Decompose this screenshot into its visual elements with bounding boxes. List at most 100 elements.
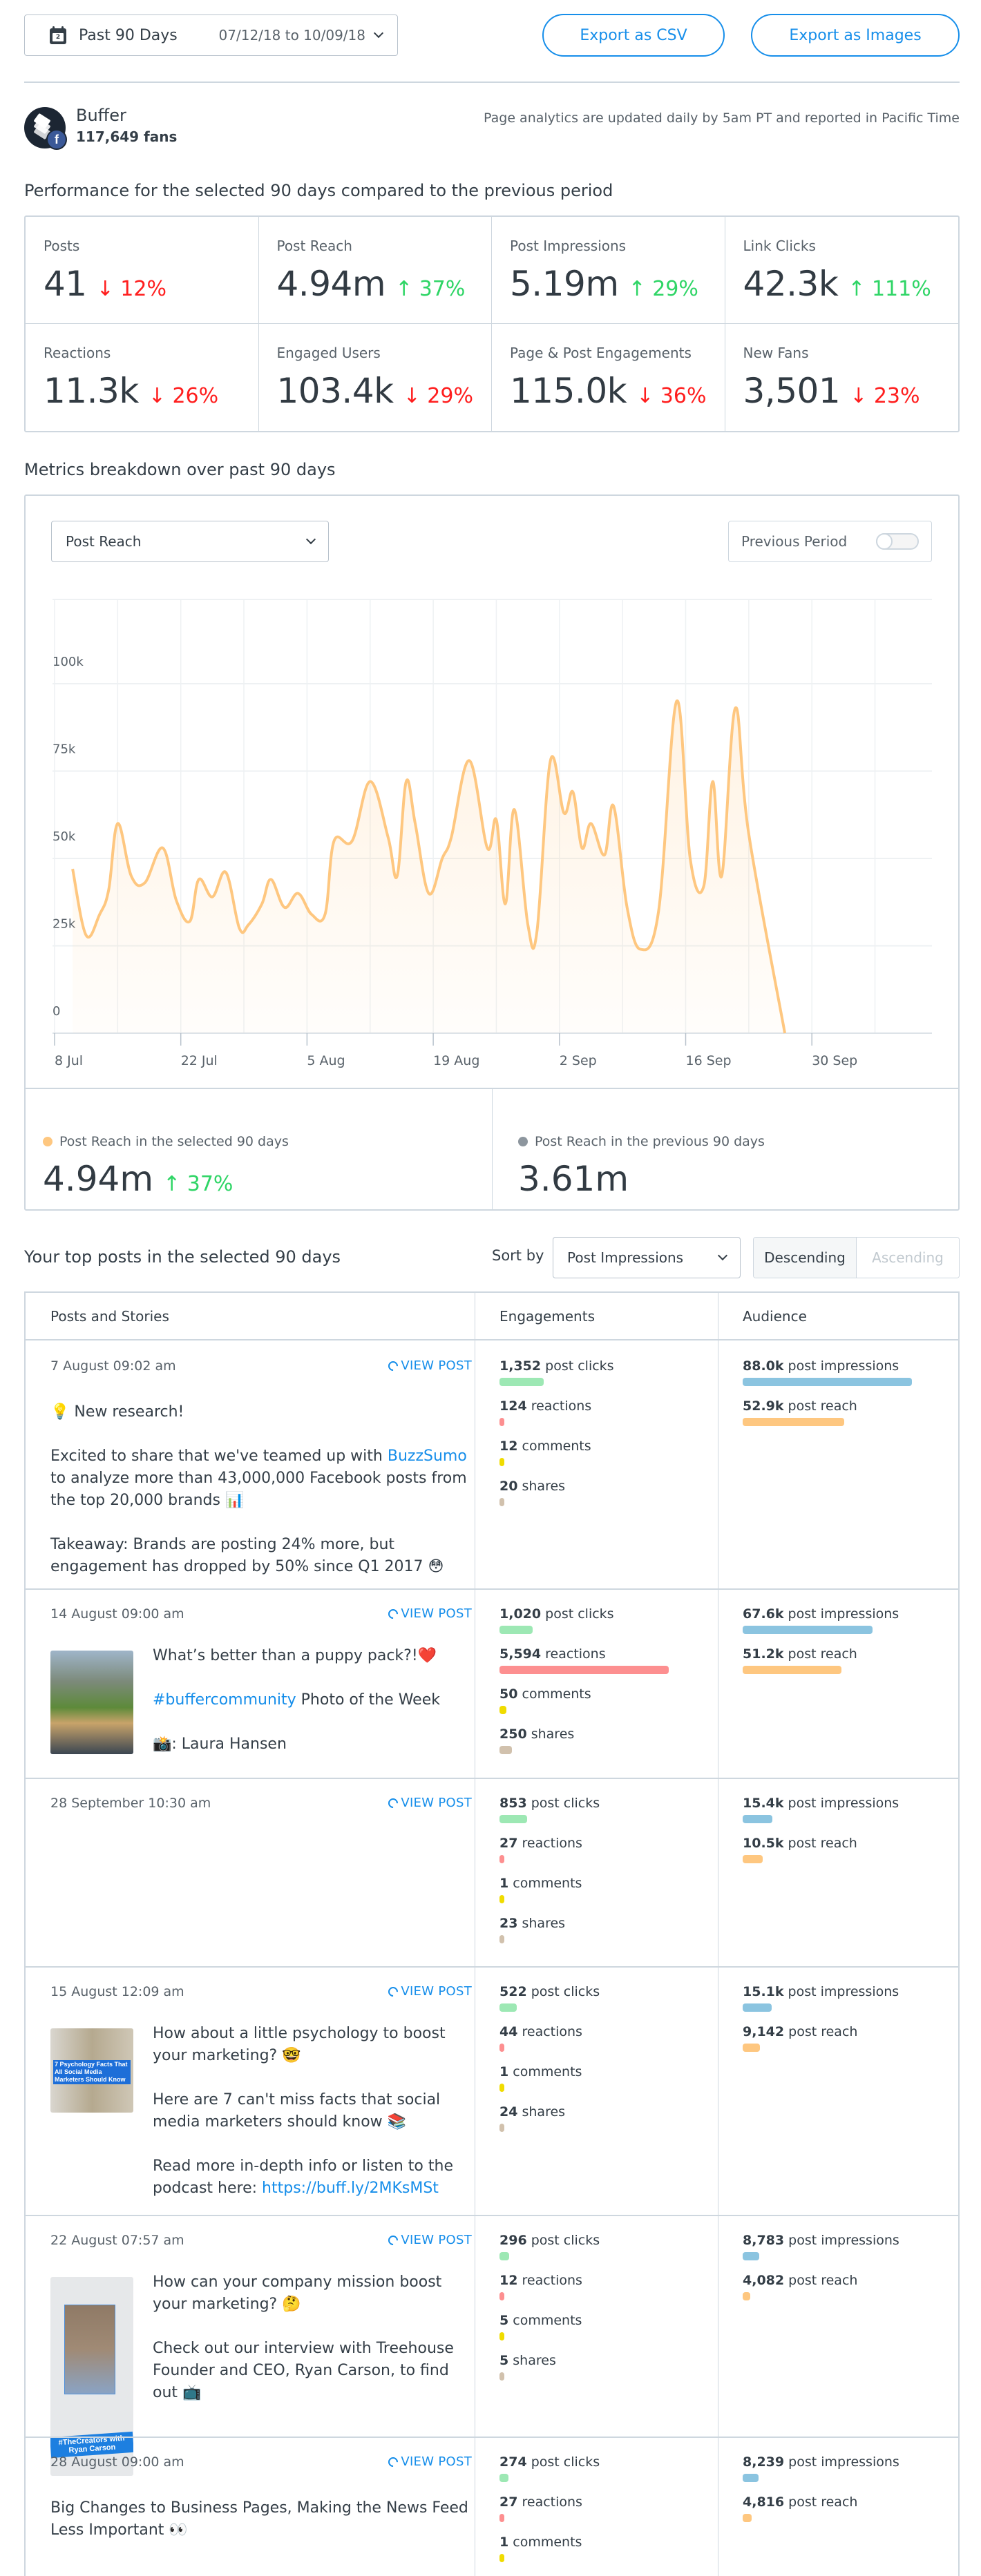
metric-diff: ↓ 12% xyxy=(96,277,166,301)
metric-tile: Link Clicks 42.3k ↑ 111% xyxy=(725,217,958,324)
post-text-link[interactable]: #buffercommunity xyxy=(153,1691,296,1709)
post-text: 💡 New research! Excited to share that we… xyxy=(50,1401,472,1578)
engagements-cell: 1,020 post clicks 5,594 reactions 50 comme… xyxy=(499,1606,700,1767)
engagement-stat-shares: 250 shares xyxy=(499,1727,700,1767)
engagements-cell: 522 post clicks 44 reactions 1 comments 24 … xyxy=(499,1984,700,2144)
stat-bar-clicks xyxy=(499,1626,533,1634)
stat-label: post reach xyxy=(783,1398,857,1414)
stat-text: 52.9k post reach xyxy=(743,1398,950,1414)
stat-bar-reach xyxy=(743,1666,841,1674)
stat-bar-impressions xyxy=(743,2474,759,2482)
stat-number: 27 xyxy=(499,1836,518,1851)
stat-bar-shares xyxy=(499,1746,512,1754)
descending-button[interactable]: Descending xyxy=(754,1238,857,1278)
x-tick-label: 30 Sep xyxy=(812,1053,857,1068)
stat-label: post reach xyxy=(784,2273,858,2288)
post-thumbnail-puppy-photo xyxy=(50,1651,133,1754)
stat-text: 12 reactions xyxy=(499,2273,700,2288)
sort-by-label: Sort by xyxy=(492,1247,544,1264)
stat-label: post reach xyxy=(784,2024,858,2039)
view-post-label: VIEW POST xyxy=(401,2454,472,2469)
view-post-icon xyxy=(386,1606,401,1621)
facebook-icon: f xyxy=(46,129,67,150)
metric-tile: Page & Post Engagements 115.0k ↓ 36% xyxy=(492,324,725,431)
stat-number: 4,082 xyxy=(743,2273,785,2288)
summary-current-diff: ↑ 37% xyxy=(163,1172,234,1196)
metric-diff: ↑ 37% xyxy=(395,277,466,301)
stat-text: 67.6k post impressions xyxy=(743,1606,950,1622)
stat-text: 50 comments xyxy=(499,1686,700,1702)
column-header-posts: Posts and Stories xyxy=(50,1308,169,1325)
view-post-label: VIEW POST xyxy=(401,1606,472,1621)
view-post-link[interactable]: VIEW POST xyxy=(386,1606,472,1621)
post-text-link[interactable]: https://buff.ly/2MKsMSt xyxy=(262,2180,439,2197)
engagement-stat-comments: 1 comments xyxy=(499,2064,700,2104)
stat-bar-reach xyxy=(743,2044,761,2052)
post-reach-chart: 0 25k 50k 75k 100k 8 Jul 22 Jul 5 Aug 19 Aug 2 Se… xyxy=(53,599,932,1068)
stat-bar-reactions xyxy=(499,1418,504,1426)
stat-number: 5 xyxy=(499,2313,509,2328)
view-post-link[interactable]: VIEW POST xyxy=(386,1796,472,1810)
previous-period-toggle[interactable] xyxy=(876,533,919,550)
ascending-button[interactable]: Ascending xyxy=(857,1238,959,1278)
chevron-down-icon xyxy=(305,534,316,545)
stat-text: 23 shares xyxy=(499,1916,700,1931)
stat-number: 15.4k xyxy=(743,1796,784,1811)
date-range-picker[interactable]: 2 Past 90 Days 07/12/18 to 10/09/18 xyxy=(24,15,398,56)
metric-value: 115.0k xyxy=(510,371,627,411)
stat-number: 522 xyxy=(499,1984,527,1999)
engagements-cell: 274 post clicks 27 reactions 1 comments xyxy=(499,2454,700,2575)
y-tick-label: 50k xyxy=(53,829,76,844)
export-csv-button[interactable]: Export as CSV xyxy=(542,14,725,57)
stat-bar-comments xyxy=(499,1458,504,1466)
sort-select[interactable]: Post Impressions xyxy=(553,1237,741,1278)
metric-label: Link Clicks xyxy=(743,238,816,254)
stat-bar-clicks xyxy=(499,1815,528,1823)
stat-bar-impressions xyxy=(743,1378,912,1386)
stat-label: post reach xyxy=(784,2495,858,2510)
stat-number: 52.9k xyxy=(743,1398,784,1414)
stat-text: 5,594 reactions xyxy=(499,1646,700,1662)
profile-fans: 117,649 fans xyxy=(76,128,178,145)
summary-current-text: Post Reach in the selected 90 days xyxy=(59,1134,289,1149)
metric-label: Post Impressions xyxy=(510,238,627,254)
metric-select[interactable]: Post Reach xyxy=(51,521,329,562)
stat-bar-comments xyxy=(499,2554,504,2562)
export-images-button[interactable]: Export as Images xyxy=(751,14,960,57)
stat-bar-shares xyxy=(499,1935,504,1943)
view-post-link[interactable]: VIEW POST xyxy=(386,2233,472,2247)
metric-tile: Engaged Users 103.4k ↓ 29% xyxy=(259,324,492,431)
view-post-link[interactable]: VIEW POST xyxy=(386,1358,472,1373)
stat-bar-shares xyxy=(499,1498,504,1506)
metric-diff: ↓ 26% xyxy=(148,384,219,408)
metric-tile: Posts 41 ↓ 12% xyxy=(26,217,259,324)
metric-label: Engaged Users xyxy=(276,345,381,361)
sort-order-toggle: Descending Ascending xyxy=(753,1237,960,1278)
stat-number: 12 xyxy=(499,1439,518,1454)
post-text-link[interactable]: BuzzSumo xyxy=(388,1448,467,1465)
stat-number: 15.1k xyxy=(743,1984,784,1999)
audience-stat-reach: 52.9k post reach xyxy=(743,1398,950,1439)
audience-cell: 88.0k post impressions 52.9k post reach xyxy=(743,1358,950,1439)
stat-label: shares xyxy=(517,1479,566,1494)
stat-text: 15.1k post impressions xyxy=(743,1984,950,1999)
column-header-engagements: Engagements xyxy=(499,1308,595,1325)
engagements-cell: 1,352 post clicks 124 reactions 12 comment… xyxy=(499,1358,700,1519)
stat-text: 5 comments xyxy=(499,2313,700,2328)
metric-label: Posts xyxy=(44,238,80,254)
view-post-label: VIEW POST xyxy=(401,2233,472,2247)
post-thumbnail-psychology-facts: 7 Psychology Facts That All Social Media… xyxy=(50,2028,133,2113)
stat-bar-reactions xyxy=(499,2044,504,2052)
date-range-value: 07/12/18 to 10/09/18 xyxy=(218,27,365,44)
metric-value: 3,501 xyxy=(743,371,841,411)
stat-bar-impressions xyxy=(743,2003,772,2012)
view-post-link[interactable]: VIEW POST xyxy=(386,2454,472,2469)
view-post-link[interactable]: VIEW POST xyxy=(386,1984,472,1999)
engagement-stat-reactions: 12 reactions xyxy=(499,2273,700,2313)
stat-label: shares xyxy=(517,1916,566,1931)
stat-number: 27 xyxy=(499,2495,518,2510)
stat-bar-comments xyxy=(499,1706,506,1714)
post-text-span: Big Changes to Business Pages, Making th… xyxy=(50,2499,468,2539)
engagement-stat-clicks: 1,020 post clicks xyxy=(499,1606,700,1646)
stat-bar-reactions xyxy=(499,1855,504,1863)
